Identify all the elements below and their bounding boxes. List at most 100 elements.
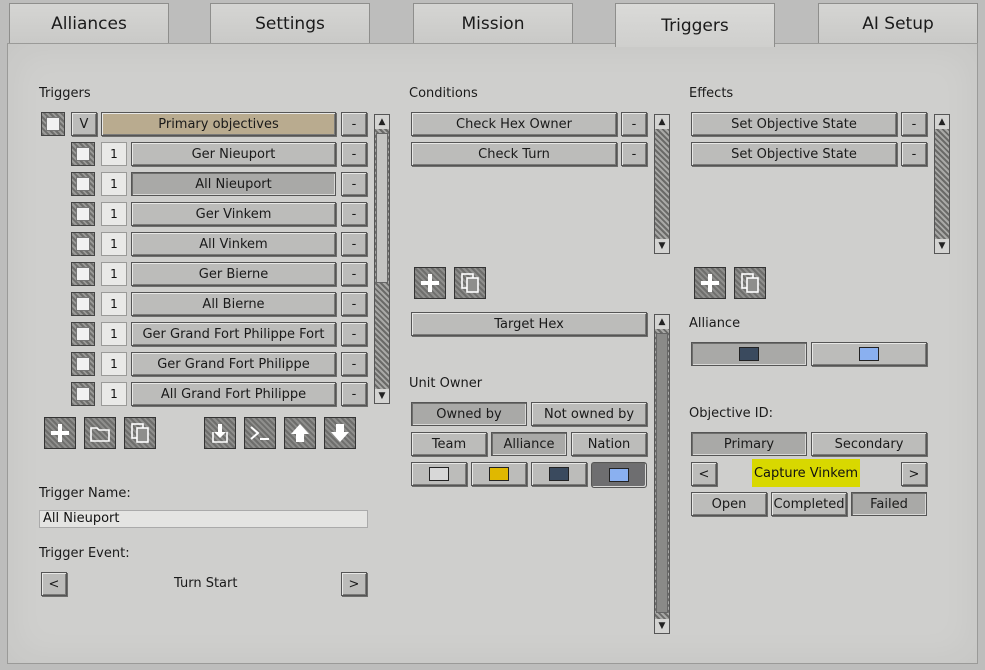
trigger-checkbox[interactable] <box>71 352 95 376</box>
tab-settings[interactable]: Settings <box>210 3 370 44</box>
tab-triggers[interactable]: Triggers <box>615 3 775 47</box>
add-condition-button[interactable] <box>414 267 446 299</box>
trigger-checkbox[interactable] <box>71 292 95 316</box>
trigger-item[interactable]: Ger Grand Fort Philippe Fort <box>131 322 336 346</box>
trigger-checkbox[interactable] <box>71 172 95 196</box>
move-down-button[interactable] <box>324 417 356 449</box>
secondary-button[interactable]: Secondary <box>811 432 927 456</box>
alliance-color-light-blue[interactable] <box>811 342 927 366</box>
trigger-count[interactable]: 1 <box>101 352 127 376</box>
trigger-count[interactable]: 1 <box>101 202 127 226</box>
effect-set-objective-state[interactable]: Set Objective State <box>691 112 897 136</box>
trigger-remove-button[interactable]: - <box>341 322 367 346</box>
condition-check-hex-owner[interactable]: Check Hex Owner <box>411 112 617 136</box>
effect-remove-button[interactable]: - <box>901 112 927 136</box>
objective-prev-button[interactable]: < <box>691 462 717 486</box>
scroll-up-icon[interactable]: ▲ <box>655 315 669 329</box>
move-up-button[interactable] <box>284 417 316 449</box>
effects-scrollbar[interactable]: ▲ ▼ <box>934 114 950 254</box>
team-button[interactable]: Team <box>411 432 487 456</box>
trigger-checkbox[interactable] <box>71 262 95 286</box>
effect-remove-button[interactable]: - <box>901 142 927 166</box>
effect-set-objective-state[interactable]: Set Objective State <box>691 142 897 166</box>
trigger-count[interactable]: 1 <box>101 292 127 316</box>
owner-color-dark-blue[interactable] <box>531 462 587 486</box>
trigger-count[interactable]: 1 <box>101 172 127 196</box>
primary-button[interactable]: Primary <box>691 432 807 456</box>
tab-ai-setup[interactable]: AI Setup <box>818 3 978 44</box>
add-effect-button[interactable] <box>694 267 726 299</box>
objective-next-button[interactable]: > <box>901 462 927 486</box>
copy-trigger-button[interactable] <box>124 417 156 449</box>
scroll-up-icon[interactable]: ▲ <box>935 115 949 129</box>
trigger-checkbox[interactable] <box>71 382 95 406</box>
not-owned-by-button[interactable]: Not owned by <box>531 402 647 426</box>
condition-remove-button[interactable]: - <box>621 112 647 136</box>
group-remove-button[interactable]: - <box>341 112 367 136</box>
tab-mission[interactable]: Mission <box>413 3 573 44</box>
trigger-remove-button[interactable]: - <box>341 262 367 286</box>
trigger-checkbox[interactable] <box>71 202 95 226</box>
nation-button[interactable]: Nation <box>571 432 647 456</box>
trigger-item[interactable]: Ger Nieuport <box>131 142 336 166</box>
owner-color-yellow[interactable] <box>471 462 527 486</box>
trigger-group-primary-objectives[interactable]: Primary objectives <box>101 112 336 136</box>
add-folder-button[interactable] <box>84 417 116 449</box>
trigger-item[interactable]: All Grand Fort Philippe <box>131 382 336 406</box>
trigger-count[interactable]: 1 <box>101 262 127 286</box>
scroll-thumb[interactable] <box>376 133 388 283</box>
alliance-button[interactable]: Alliance <box>491 432 567 456</box>
trigger-event-next-button[interactable]: > <box>341 572 367 596</box>
scroll-down-icon[interactable]: ▼ <box>375 389 389 403</box>
scroll-down-icon[interactable]: ▼ <box>655 239 669 253</box>
trigger-count[interactable]: 1 <box>101 232 127 256</box>
trigger-remove-button[interactable]: - <box>341 292 367 316</box>
scroll-up-icon[interactable]: ▲ <box>655 115 669 129</box>
condition-params-scrollbar[interactable]: ▲ ▼ <box>654 314 670 634</box>
console-button[interactable] <box>244 417 276 449</box>
tab-alliances[interactable]: Alliances <box>9 3 169 44</box>
trigger-remove-button[interactable]: - <box>341 202 367 226</box>
owned-by-button[interactable]: Owned by <box>411 402 527 426</box>
trigger-remove-button[interactable]: - <box>341 142 367 166</box>
scroll-down-icon[interactable]: ▼ <box>935 239 949 253</box>
alliance-color-dark-blue[interactable] <box>691 342 807 366</box>
owner-color-light-blue[interactable] <box>591 462 647 488</box>
copy-condition-button[interactable] <box>454 267 486 299</box>
state-completed-button[interactable]: Completed <box>771 492 847 516</box>
trigger-item[interactable]: All Bierne <box>131 292 336 316</box>
trigger-remove-button[interactable]: - <box>341 172 367 196</box>
scroll-down-icon[interactable]: ▼ <box>655 619 669 633</box>
conditions-scrollbar[interactable]: ▲ ▼ <box>654 114 670 254</box>
trigger-event-prev-button[interactable]: < <box>41 572 67 596</box>
trigger-item[interactable]: Ger Vinkem <box>131 202 336 226</box>
condition-remove-button[interactable]: - <box>621 142 647 166</box>
trigger-item[interactable]: All Nieuport <box>131 172 336 196</box>
condition-check-turn[interactable]: Check Turn <box>411 142 617 166</box>
trigger-item[interactable]: Ger Grand Fort Philippe <box>131 352 336 376</box>
trigger-item[interactable]: Ger Bierne <box>131 262 336 286</box>
copy-effect-button[interactable] <box>734 267 766 299</box>
state-failed-button[interactable]: Failed <box>851 492 927 516</box>
trigger-remove-button[interactable]: - <box>341 382 367 406</box>
import-button[interactable] <box>204 417 236 449</box>
trigger-remove-button[interactable]: - <box>341 352 367 376</box>
trigger-count[interactable]: 1 <box>101 142 127 166</box>
trigger-checkbox[interactable] <box>71 232 95 256</box>
owner-color-white[interactable] <box>411 462 467 486</box>
state-open-button[interactable]: Open <box>691 492 767 516</box>
trigger-count[interactable]: 1 <box>101 382 127 406</box>
add-trigger-button[interactable] <box>44 417 76 449</box>
group-checkbox[interactable] <box>41 112 65 136</box>
trigger-name-field[interactable]: All Nieuport <box>39 510 368 528</box>
target-hex-button[interactable]: Target Hex <box>411 312 647 336</box>
trigger-item[interactable]: All Vinkem <box>131 232 336 256</box>
trigger-count[interactable]: 1 <box>101 322 127 346</box>
trigger-checkbox[interactable] <box>71 322 95 346</box>
group-collapse-toggle[interactable]: V <box>71 112 97 136</box>
scroll-up-icon[interactable]: ▲ <box>375 115 389 129</box>
triggers-scrollbar[interactable]: ▲ ▼ <box>374 114 390 404</box>
trigger-checkbox[interactable] <box>71 142 95 166</box>
scroll-thumb[interactable] <box>656 333 668 613</box>
trigger-remove-button[interactable]: - <box>341 232 367 256</box>
